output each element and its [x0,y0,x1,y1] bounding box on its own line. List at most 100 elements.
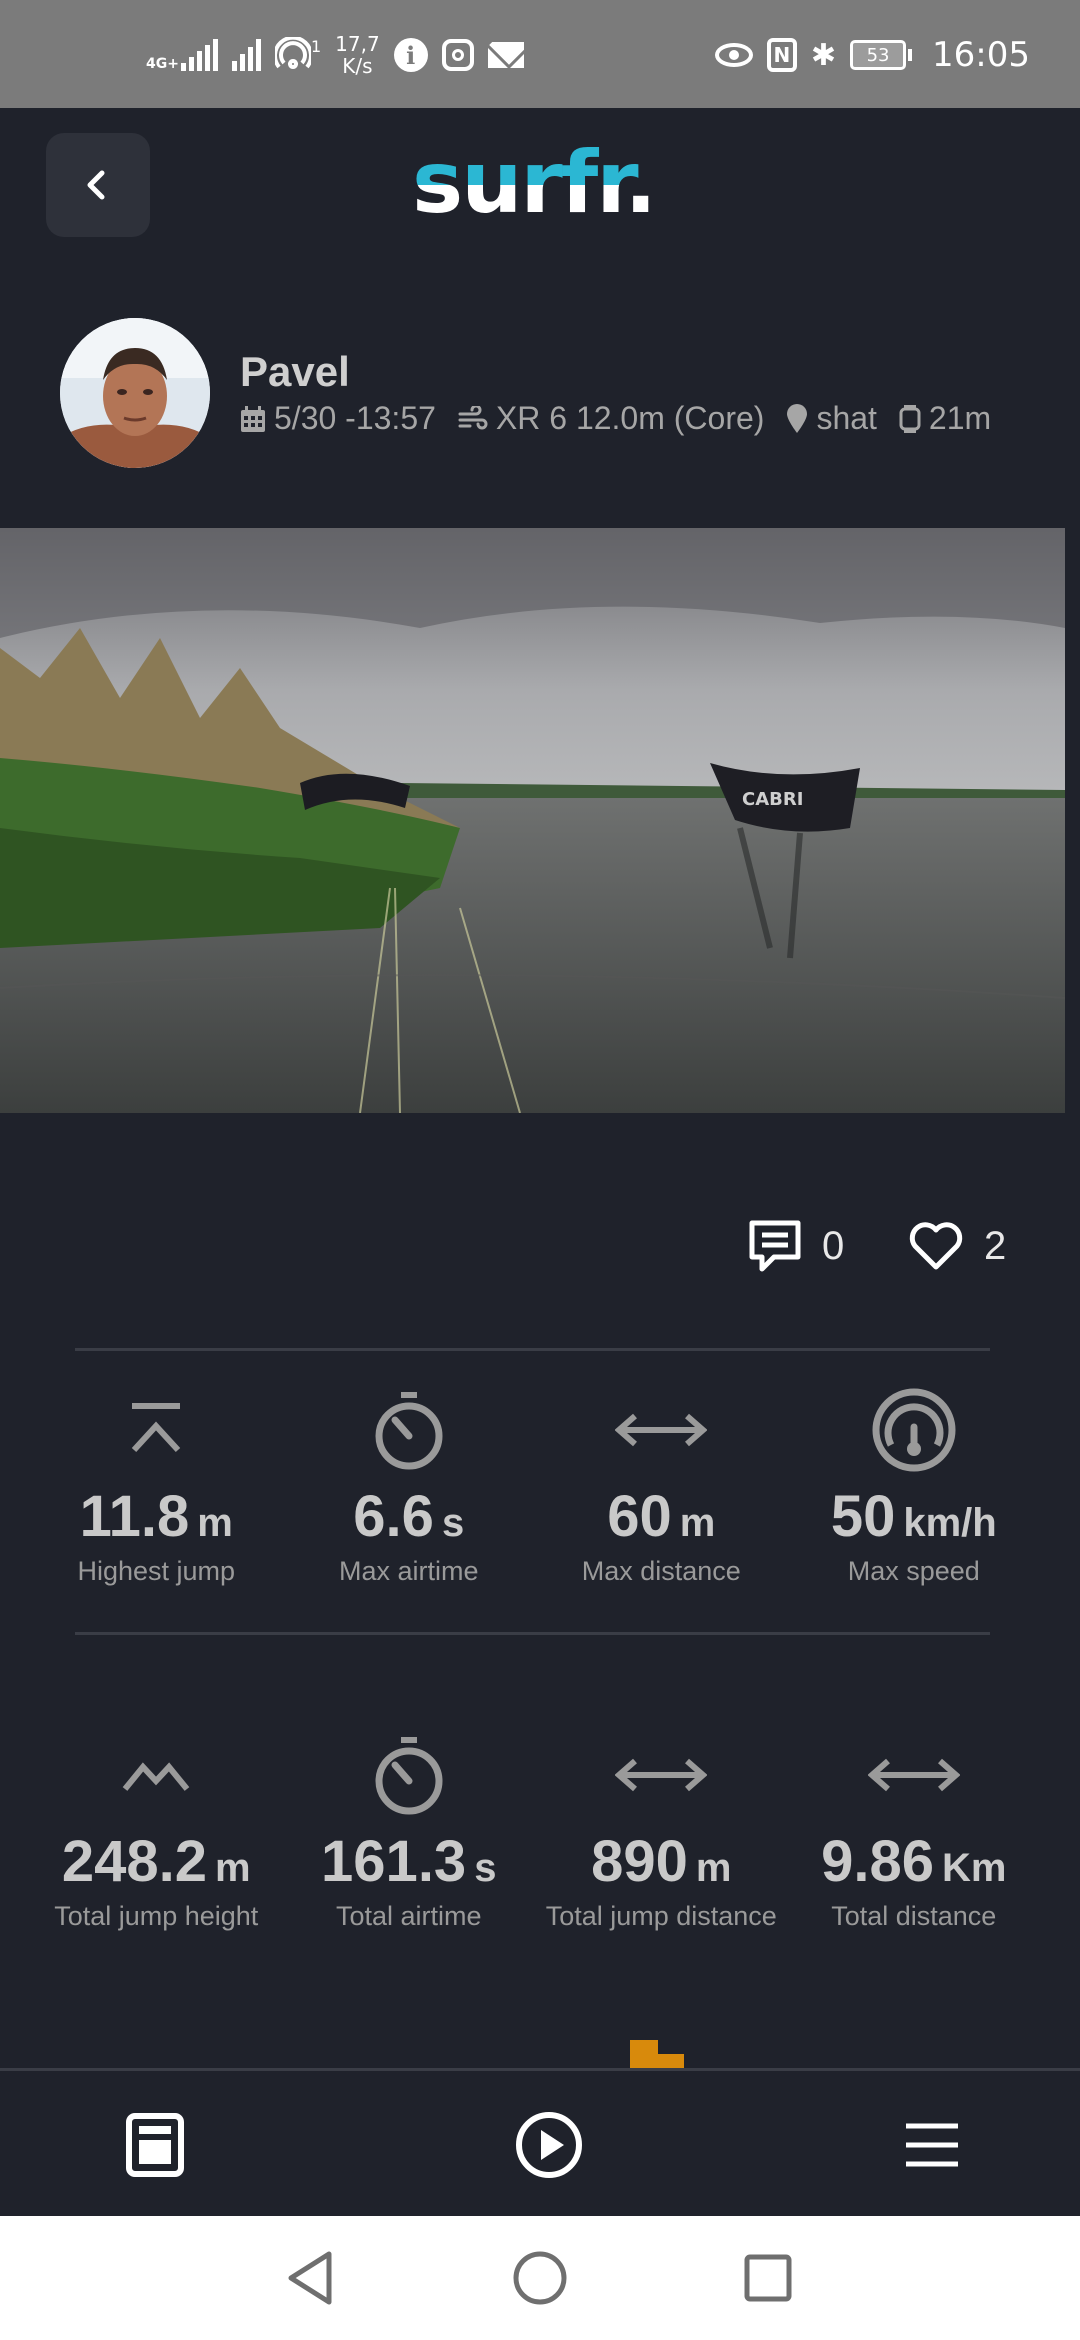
eye-icon [714,43,753,67]
system-recents-button[interactable] [738,2248,798,2308]
sim-index: 1 [310,37,322,56]
clock: 16:05 [932,35,1030,75]
stat-value: 60 [607,1484,672,1549]
stat-label: Max speed [847,1556,980,1586]
mail-icon [487,42,524,68]
session-location-text: shat [816,400,877,436]
stat-total-distance: 9.86 Km Total distance [788,1730,1041,1932]
distance-arrows-icon [615,1413,708,1447]
status-bar: 4G+ 1 17,7 K/s i N ✱ 53 16:05 [0,0,1080,108]
svg-text:CABRI: CABRI [742,789,803,810]
nfc-label: N [773,43,791,67]
system-back-button[interactable] [280,2248,340,2308]
stat-max-speed: 50 km/h Max speed [788,1385,1041,1587]
net-speed-value: 17,7 [335,32,380,56]
stat-value: 161.3 [321,1829,467,1894]
likes-count: 2 [984,1223,1007,1268]
stat-value: 50 [830,1484,896,1549]
triangle-back-icon [288,2251,332,2305]
stat-label: Total airtime [335,1901,482,1931]
stats-top: 11.8 m Highest jump 6.6 s Max airtime 60 m … [30,1385,1040,1587]
circle-home-icon [513,2251,567,2305]
network-type-label: 4G+ [146,56,179,72]
session-duration: 21m [899,400,991,437]
chart-bar-peek [630,2040,684,2068]
divider [75,1348,990,1351]
nav-menu-button[interactable] [896,2109,968,2181]
app-logo: surfr. [412,128,672,238]
cellular-signal-icon: 4G+ [146,39,218,71]
session-location: shat [786,400,877,437]
like-button[interactable]: 2 [908,1216,1006,1276]
nav-play-button[interactable] [513,2109,585,2181]
watch-icon [899,404,921,433]
back-button[interactable] [46,133,150,237]
network-speed: 17,7 K/s [335,33,380,77]
stat-max-distance: 60 m Max distance [535,1385,788,1587]
cellular-signal-2-icon [231,39,261,71]
jump-height-icon [132,1403,181,1453]
timer-icon [375,1737,443,1815]
avatar[interactable] [60,318,210,468]
speedometer-icon [872,1388,956,1472]
stat-label: Max airtime [338,1556,479,1586]
stat-unit: m [215,1846,251,1890]
stat-unit: m [679,1501,716,1545]
stat-total-jump-distance: 890 m Total jump distance [535,1730,788,1932]
battery-icon: 53 [850,40,913,70]
user-name[interactable]: Pavel [240,348,350,396]
jumps-icon [122,1762,190,1791]
hotspot-icon: 1 [274,37,322,73]
bluetooth-icon: ✱ [810,37,837,73]
stat-value: 6.6 [353,1484,434,1549]
nfc-icon: N [766,38,797,72]
info-icon: i [393,38,428,72]
instagram-icon [441,39,474,71]
calendar-icon [241,405,265,432]
wind-icon [458,405,488,429]
stat-total-airtime: 161.3 s Total airtime [283,1730,536,1932]
session-kite: XR 6 12.0m (Core) [458,400,765,437]
net-speed-unit: K/s [342,54,373,78]
stat-label: Total jump height [54,1901,259,1931]
stat-value: 248.2 [61,1829,208,1894]
heart-icon [909,1222,963,1270]
bottom-nav [0,2068,1080,2216]
stat-unit: s [441,1501,465,1545]
system-home-button[interactable] [510,2248,570,2308]
play-circle-icon [516,2112,582,2178]
stat-label: Highest jump [77,1556,236,1586]
square-recents-icon [744,2254,792,2302]
stat-label: Total jump distance [545,1901,777,1931]
location-pin-icon [787,403,808,433]
session-meta: 5/30 -13:57 XR 6 12.0m (Core) shat 21m [240,400,991,437]
distance-arrows-icon [867,1758,960,1792]
stat-unit: km/h [903,1501,997,1545]
stat-label: Total distance [831,1901,997,1931]
stat-unit: s [474,1846,497,1890]
comments-count: 0 [822,1223,845,1268]
stat-unit: m [197,1501,233,1545]
comments-button[interactable]: 0 [748,1216,844,1276]
stat-total-jump-height: 248.2 m Total jump height [30,1730,283,1932]
session-date: 5/30 -13:57 [240,400,436,437]
divider [75,1632,990,1635]
session-duration-text: 21m [928,400,992,436]
chevron-left-icon [87,170,105,200]
session-date-text: 5/30 -13:57 [274,400,436,436]
timer-icon [375,1392,443,1470]
stat-value: 9.86 [821,1829,934,1894]
session-card-icon [126,2113,184,2177]
nav-feed-button[interactable] [119,2109,191,2181]
battery-level: 53 [866,44,890,66]
comment-icon [749,1220,801,1272]
stat-max-airtime: 6.6 s Max airtime [283,1385,536,1587]
distance-arrows-icon [615,1758,708,1792]
hamburger-menu-icon [906,2123,958,2167]
session-photo[interactable]: CABRI [0,528,1065,1113]
stat-highest-jump: 11.8 m Highest jump [30,1385,283,1587]
stat-value: 890 [591,1829,688,1894]
stat-label: Max distance [581,1556,741,1586]
session-kite-text: XR 6 12.0m (Core) [495,400,765,436]
stat-unit: Km [941,1846,1007,1890]
